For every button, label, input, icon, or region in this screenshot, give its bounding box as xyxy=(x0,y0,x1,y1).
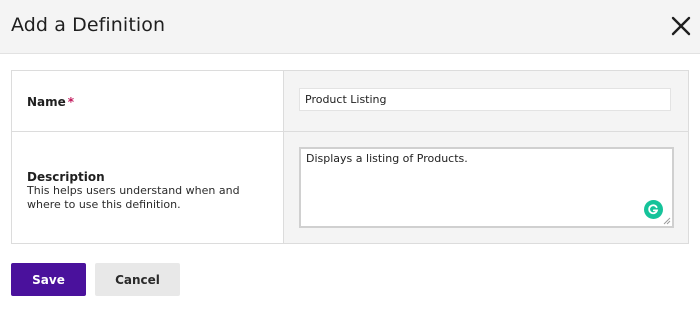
dialog-header: Add a Definition xyxy=(0,0,700,54)
description-help-text: This helps users understand when and whe… xyxy=(27,184,240,211)
name-label-cell: Name * xyxy=(12,71,284,131)
name-value-cell xyxy=(284,71,688,131)
cancel-button[interactable]: Cancel xyxy=(95,263,180,296)
resize-handle-icon[interactable] xyxy=(663,217,671,225)
name-row: Name * xyxy=(12,71,688,132)
description-value-cell: Displays a listing of Products. xyxy=(284,132,688,243)
name-label: Name * xyxy=(27,95,74,109)
name-input[interactable] xyxy=(299,88,671,111)
close-button[interactable] xyxy=(669,14,693,38)
save-button[interactable]: Save xyxy=(11,263,86,296)
description-textarea-wrapper: Displays a listing of Products. xyxy=(299,147,674,228)
required-marker: * xyxy=(67,95,75,109)
dialog-title: Add a Definition xyxy=(11,14,166,36)
add-definition-dialog: Add a Definition Name* Description This … xyxy=(0,0,700,321)
grammarly-icon[interactable] xyxy=(644,200,663,219)
definition-form: Name* Description This helps users under… xyxy=(11,70,689,244)
grammarly-g-icon xyxy=(648,204,659,215)
name-label-text: Name xyxy=(27,95,66,109)
description-label-cell: Description This helps users understand … xyxy=(12,132,284,243)
close-icon xyxy=(671,16,691,36)
description-label: Description xyxy=(27,170,105,184)
description-textarea[interactable]: Displays a listing of Products. xyxy=(301,149,672,226)
description-row: Description This helps users understand … xyxy=(12,132,688,243)
